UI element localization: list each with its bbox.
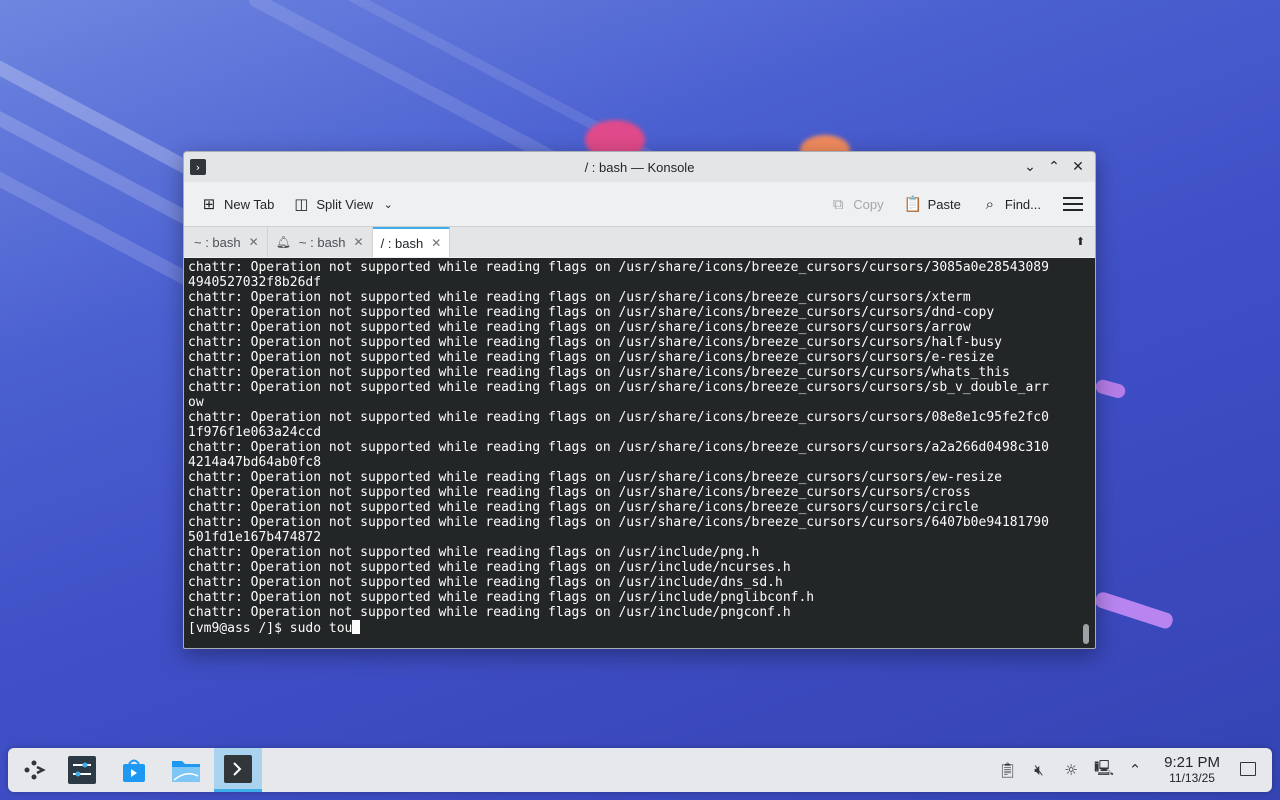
paste-button[interactable]: 📋 Paste xyxy=(898,189,967,219)
shell-prompt: [vm9@ass /]$ xyxy=(188,621,290,636)
terminal-line: 501fd1e167b474872 xyxy=(188,530,322,545)
scrollbar-handle[interactable] xyxy=(1083,624,1089,644)
discover-task[interactable] xyxy=(110,748,158,792)
window-title: / : bash — Konsole xyxy=(584,159,695,175)
terminal-line: 4940527032f8b26df xyxy=(188,275,322,290)
pin-icon[interactable]: ⬆ xyxy=(1076,235,1085,248)
terminal-line: chattr: Operation not supported while re… xyxy=(188,260,1049,275)
close-tab-icon[interactable]: ✕ xyxy=(354,235,364,249)
text-cursor xyxy=(352,620,361,634)
terminal-line: chattr: Operation not supported while re… xyxy=(188,290,971,305)
split-view-label: Split View xyxy=(316,196,374,212)
tab-home-bash-1[interactable]: ~ : bash ✕ xyxy=(186,227,268,257)
brightness-icon[interactable]: ☼ xyxy=(1062,761,1080,779)
show-desktop-icon[interactable] xyxy=(1240,762,1256,776)
terminal-line: chattr: Operation not supported while re… xyxy=(188,335,1002,350)
dolphin-task[interactable] xyxy=(162,748,210,792)
konsole-task[interactable] xyxy=(214,748,262,792)
search-icon: ⌕ xyxy=(985,195,995,213)
hamburger-menu-icon[interactable] xyxy=(1063,197,1083,211)
new-tab-button[interactable]: ⊞ New Tab xyxy=(194,189,280,219)
terminal-line: chattr: Operation not supported while re… xyxy=(188,485,971,500)
bell-icon: 🔔︎ xyxy=(275,235,291,249)
new-tab-label: New Tab xyxy=(224,196,275,212)
konsole-window: › / : bash — Konsole ⌄ ⌃ ✕ ⊞ New Tab ◫ S… xyxy=(183,151,1096,649)
terminal-line: chattr: Operation not supported while re… xyxy=(188,590,815,605)
copy-button[interactable]: ⧉ Copy xyxy=(823,189,889,219)
terminal-line: ow xyxy=(188,395,204,410)
terminal-line: chattr: Operation not supported while re… xyxy=(188,305,995,320)
close-tab-icon[interactable]: ✕ xyxy=(249,235,259,249)
network-icon[interactable]: 🖳 xyxy=(1094,758,1114,783)
tab-label: / : bash xyxy=(380,235,424,251)
find-button[interactable]: ⌕ Find... xyxy=(975,189,1047,219)
settings-sliders-icon xyxy=(68,756,96,784)
tab-label: ~ : bash xyxy=(298,234,346,250)
digital-clock[interactable]: 9:21 PM 11/13/25 xyxy=(1164,754,1220,785)
terminal-line: 4214a47bd64ab0fc8 xyxy=(188,455,322,470)
terminal-line: chattr: Operation not supported while re… xyxy=(188,470,1002,485)
maximize-button[interactable]: ⌃ xyxy=(1045,157,1063,177)
tab-root-bash[interactable]: / : bash ✕ xyxy=(372,227,451,257)
kde-launcher-icon xyxy=(24,760,46,780)
taskbar: 📋︎ 🔇︎ ☼ 🖳 ⌃ 9:21 PM 11/13/25 xyxy=(8,748,1272,792)
terminal-line: chattr: Operation not supported while re… xyxy=(188,320,971,335)
terminal-line: chattr: Operation not supported while re… xyxy=(188,350,995,365)
terminal-line: chattr: Operation not supported while re… xyxy=(188,410,1049,425)
application-launcher-button[interactable] xyxy=(10,748,58,792)
clipboard-icon[interactable]: 📋︎ xyxy=(998,761,1017,779)
split-view-button[interactable]: ◫ Split View ⌄ xyxy=(286,189,403,219)
minimize-button[interactable]: ⌄ xyxy=(1021,157,1039,177)
folder-icon xyxy=(172,761,200,782)
new-tab-icon: ⊞ xyxy=(202,195,216,213)
terminal-line: chattr: Operation not supported while re… xyxy=(188,440,1049,455)
terminal-line: chattr: Operation not supported while re… xyxy=(188,605,791,620)
terminal-lines: chattr: Operation not supported while re… xyxy=(188,260,1091,620)
tab-home-bash-2[interactable]: 🔔︎ ~ : bash ✕ xyxy=(268,227,373,257)
terminal-output[interactable]: chattr: Operation not supported while re… xyxy=(184,258,1095,648)
toolbar: ⊞ New Tab ◫ Split View ⌄ ⧉ Copy 📋 Paste … xyxy=(184,182,1095,226)
terminal-line: chattr: Operation not supported while re… xyxy=(188,545,760,560)
system-tray: 📋︎ 🔇︎ ☼ 🖳 ⌃ xyxy=(998,748,1144,792)
store-bag-icon xyxy=(123,759,145,782)
terminal-line: chattr: Operation not supported while re… xyxy=(188,560,791,575)
close-button[interactable]: ✕ xyxy=(1069,157,1087,177)
prompt-line[interactable]: [vm9@ass /]$ sudo tou xyxy=(188,620,1091,636)
tab-bar: ~ : bash ✕ 🔔︎ ~ : bash ✕ / : bash ✕ ⬆ xyxy=(184,226,1095,257)
tab-label: ~ : bash xyxy=(194,234,241,250)
find-label: Find... xyxy=(1004,196,1041,212)
terminal-line: chattr: Operation not supported while re… xyxy=(188,380,1049,395)
volume-muted-icon[interactable]: 🔇︎ xyxy=(1030,761,1048,779)
paste-label: Paste xyxy=(927,196,961,212)
command-input[interactable]: sudo tou xyxy=(290,621,353,636)
chevron-up-icon[interactable]: ⌃ xyxy=(1126,761,1144,779)
terminal-line: 1f976f1e063a24ccd xyxy=(188,425,322,440)
paste-icon: 📋 xyxy=(903,195,923,213)
terminal-line: chattr: Operation not supported while re… xyxy=(188,575,783,590)
close-tab-icon[interactable]: ✕ xyxy=(431,236,441,250)
terminal-line: chattr: Operation not supported while re… xyxy=(188,515,1049,530)
copy-label: Copy xyxy=(853,196,884,212)
copy-icon: ⧉ xyxy=(832,195,844,213)
terminal-line: chattr: Operation not supported while re… xyxy=(188,365,1010,380)
title-bar[interactable]: › / : bash — Konsole ⌄ ⌃ ✕ xyxy=(184,152,1095,182)
system-settings-task[interactable] xyxy=(58,748,106,792)
chevron-down-icon: ⌄ xyxy=(383,197,393,211)
terminal-line: chattr: Operation not supported while re… xyxy=(188,500,979,515)
clock-time: 9:21 PM xyxy=(1164,754,1220,771)
split-view-icon: ◫ xyxy=(294,195,309,213)
clock-date: 11/13/25 xyxy=(1169,771,1215,785)
terminal-icon xyxy=(224,754,252,783)
